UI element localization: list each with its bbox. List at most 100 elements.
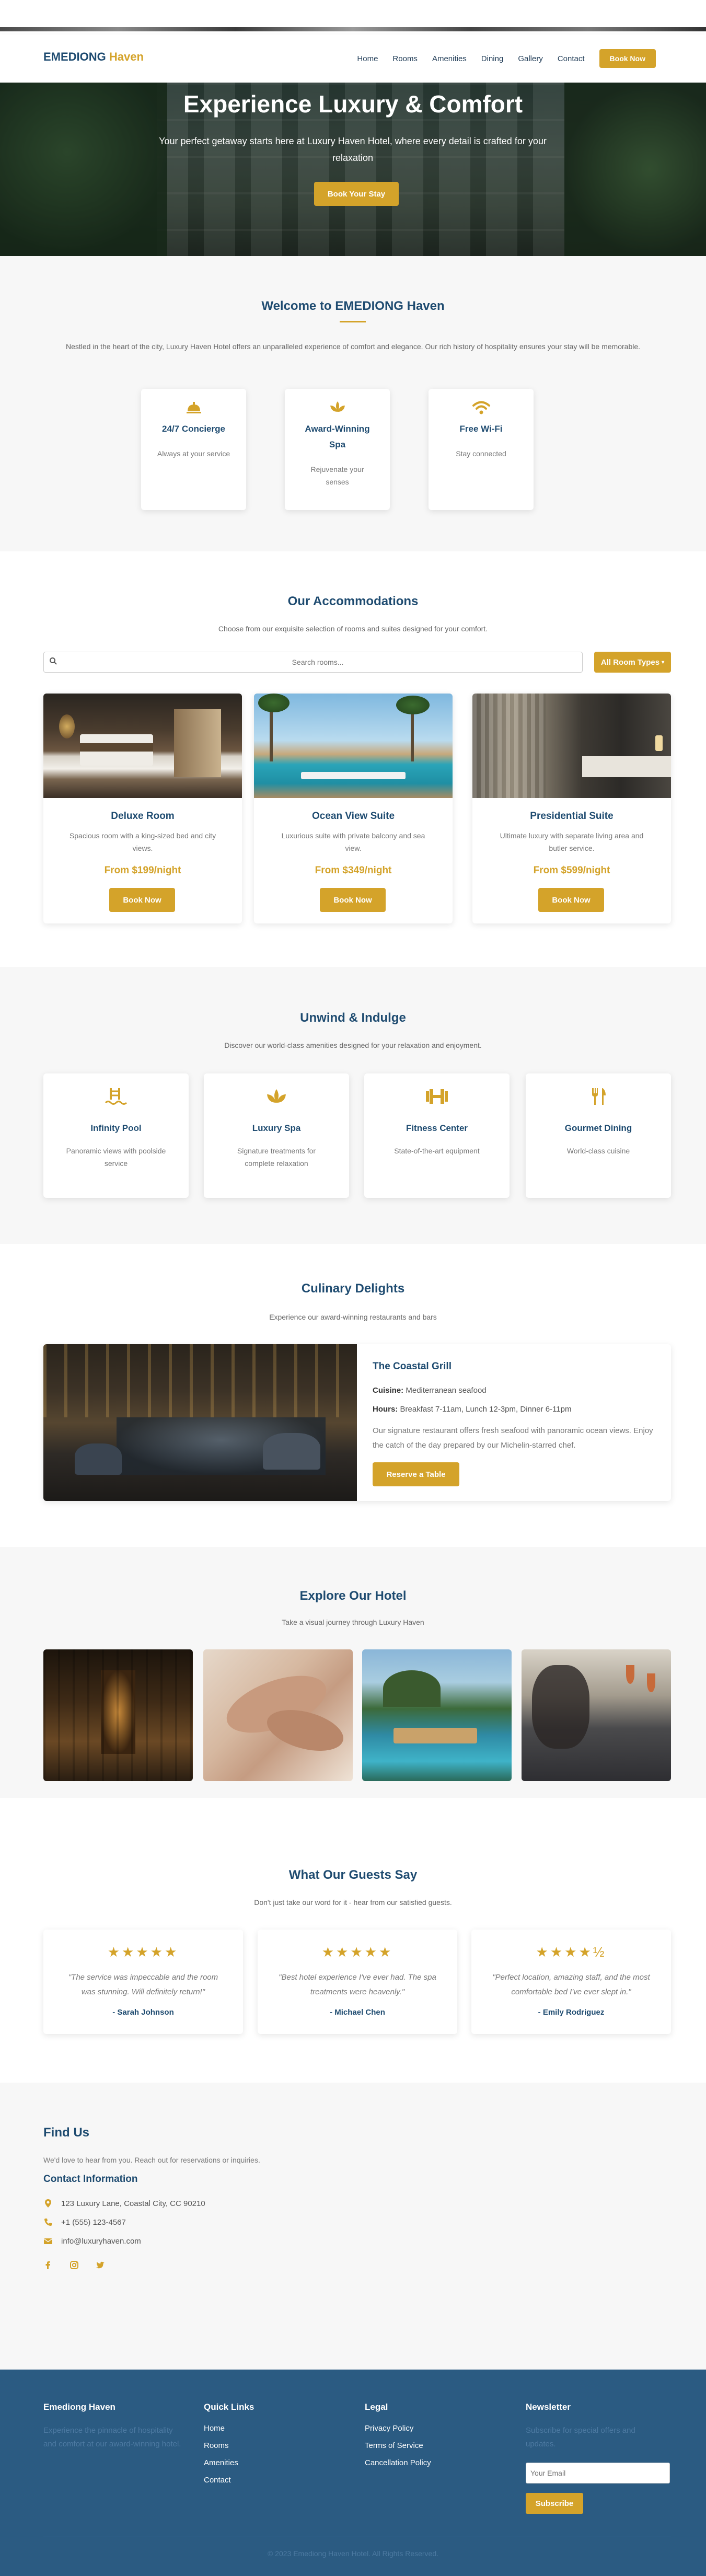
amenity-title: Infinity Pool [90,1123,142,1133]
welcome-underline [340,321,366,322]
room-search-input[interactable] [62,656,574,668]
room-desc: Spacious room with a king-sized bed and … [69,831,216,852]
amenity-title: Luxury Spa [252,1123,301,1133]
room-type-select[interactable]: All Room Types ▾ [594,652,671,673]
footer-newsletter-title: Newsletter [526,2402,571,2412]
footer-legal-col: Legal Privacy Policy Terms of Service Ca… [365,2402,511,2467]
room-card-presidential: Presidential Suite Ultimate luxury with … [472,694,671,923]
amenity-title: Gourmet Dining [564,1123,632,1133]
footer-link-amenities[interactable]: Amenities [204,2458,350,2467]
room-book-button[interactable]: Book Now [109,888,175,912]
room-book-button[interactable]: Book Now [320,888,386,912]
gallery-image-restaurant[interactable] [522,1649,671,1781]
footer-brand-text: Experience the pinnacle of hospitality a… [43,2426,181,2448]
chevron-down-icon: ▾ [662,659,665,665]
search-icon [50,657,57,665]
utensils-icon [526,1086,671,1111]
nav-book-button[interactable]: Book Now [599,49,656,68]
navbar: EMEDIONG Haven Home Rooms Amenities Dini… [0,34,706,83]
footer-link-rooms[interactable]: Rooms [204,2441,350,2450]
gallery-image-resort-pool[interactable] [362,1649,512,1781]
footer: Emediong Haven Experience the pinnacle o… [0,2370,706,2576]
logo[interactable]: EMEDIONG Haven [43,50,144,64]
subscribe-button[interactable]: Subscribe [526,2493,583,2514]
footer-link-home[interactable]: Home [204,2424,350,2433]
feature-desc: Rejuvenate your senses [310,465,364,486]
nav-link-dining[interactable]: Dining [481,54,504,63]
room-search [43,652,583,673]
pool-ladder-icon [43,1086,189,1111]
hero-section: Experience Luxury & Comfort Your perfect… [0,83,706,256]
nav-link-gallery[interactable]: Gallery [518,54,543,63]
amenity-desc: Panoramic views with poolside service [66,1147,166,1168]
star-rating: ★★★★★ [107,1944,179,1960]
contact-address: 123 Luxury Lane, Coastal City, CC 90210 [43,2199,205,2208]
footer-link-privacy[interactable]: Privacy Policy [365,2424,511,2433]
room-book-button[interactable]: Book Now [538,888,604,912]
amenity-card-dining: Gourmet Dining World-class cuisine [526,1073,671,1198]
twitter-icon[interactable] [96,2260,105,2270]
facebook-icon[interactable] [43,2260,53,2270]
footer-link-cancellation[interactable]: Cancellation Policy [365,2458,511,2467]
nav-link-rooms[interactable]: Rooms [392,54,418,63]
room-image-deluxe [43,694,242,798]
room-title: Ocean View Suite [311,811,395,822]
nav-link-contact[interactable]: Contact [558,54,585,63]
testimonial-card: ★★★★★ "The service was impeccable and th… [43,1930,243,2034]
rooms-subtitle: Choose from our exquisite selection of r… [218,625,488,633]
testimonial-quote: "The service was impeccable and the room… [68,1973,218,1996]
welcome-section: Welcome to EMEDIONG Haven Nestled in the… [0,256,706,551]
footer-link-terms[interactable]: Terms of Service [365,2441,511,2450]
room-price: From $349/night [315,865,392,876]
welcome-text: Nestled in the heart of the city, Luxury… [65,342,641,351]
logo-accent: Haven [109,50,144,63]
contact-section: Find Us We'd love to hear from you. Reac… [0,2083,706,2370]
room-title: Deluxe Room [111,811,175,822]
nav-link-amenities[interactable]: Amenities [432,54,467,63]
room-price: From $199/night [104,865,181,876]
dumbbell-icon [364,1086,510,1111]
star-rating: ★★★★½ [536,1944,607,1960]
footer-legal-title: Legal [365,2402,388,2412]
email-text[interactable]: info@luxuryhaven.com [61,2237,141,2246]
top-strip [0,0,706,31]
feature-card-concierge: 24/7 Concierge Always at your service [141,389,246,510]
footer-newsletter-text: Subscribe for special offers and updates… [526,2426,635,2448]
page: EMEDIONG Haven Home Rooms Amenities Dini… [0,0,706,2576]
room-price: From $599/night [533,865,610,876]
room-image-presidential [472,694,671,798]
phone-text[interactable]: +1 (555) 123-4567 [61,2218,126,2227]
hero-subtitle: Your perfect getaway starts here at Luxu… [159,136,547,163]
spa-icon [285,398,390,420]
concierge-bell-icon [141,398,246,420]
wifi-icon [429,398,534,420]
footer-quick-links-col: Quick Links Home Rooms Amenities Contact [204,2402,350,2485]
newsletter-email-input[interactable] [526,2463,670,2483]
room-title: Presidential Suite [530,811,614,822]
hero-book-button[interactable]: Book Your Stay [314,182,399,206]
footer-link-contact[interactable]: Contact [204,2476,350,2485]
feature-title: Free Wi-Fi [459,424,503,434]
amenity-desc: State-of-the-art equipment [394,1147,480,1155]
testimonial-author: - Michael Chen [330,2008,385,2017]
amenities-title: Unwind & Indulge [300,1011,406,1025]
feature-desc: Stay connected [456,449,506,458]
footer-copyright: © 2023 Emediong Haven Hotel. All Rights … [267,2549,439,2558]
dining-subtitle: Experience our award-winning restaurants… [269,1313,437,1321]
cuisine-value: Mediterranean seafood [406,1386,487,1395]
hours-value: Breakfast 7-11am, Lunch 12-3pm, Dinner 6… [400,1405,572,1414]
amenity-desc: World-class cuisine [566,1147,630,1155]
reserve-table-button[interactable]: Reserve a Table [373,1462,459,1486]
restaurant-desc: Our signature restaurant offers fresh se… [373,1426,653,1450]
nav-link-home[interactable]: Home [357,54,378,63]
gallery-image-massage[interactable] [203,1649,353,1781]
amenity-title: Fitness Center [406,1123,468,1133]
contact-email: info@luxuryhaven.com [43,2236,141,2246]
room-card-ocean: Ocean View Suite Luxurious suite with pr… [254,694,453,923]
instagram-icon[interactable] [70,2260,79,2270]
contact-phone: +1 (555) 123-4567 [43,2217,126,2227]
rooms-section: Our Accommodations Choose from our exqui… [0,551,706,967]
gallery-image-hallway[interactable] [43,1649,193,1781]
footer-quick-title: Quick Links [204,2402,254,2412]
testimonial-card: ★★★★★ "Best hotel experience I've ever h… [258,1930,457,2034]
